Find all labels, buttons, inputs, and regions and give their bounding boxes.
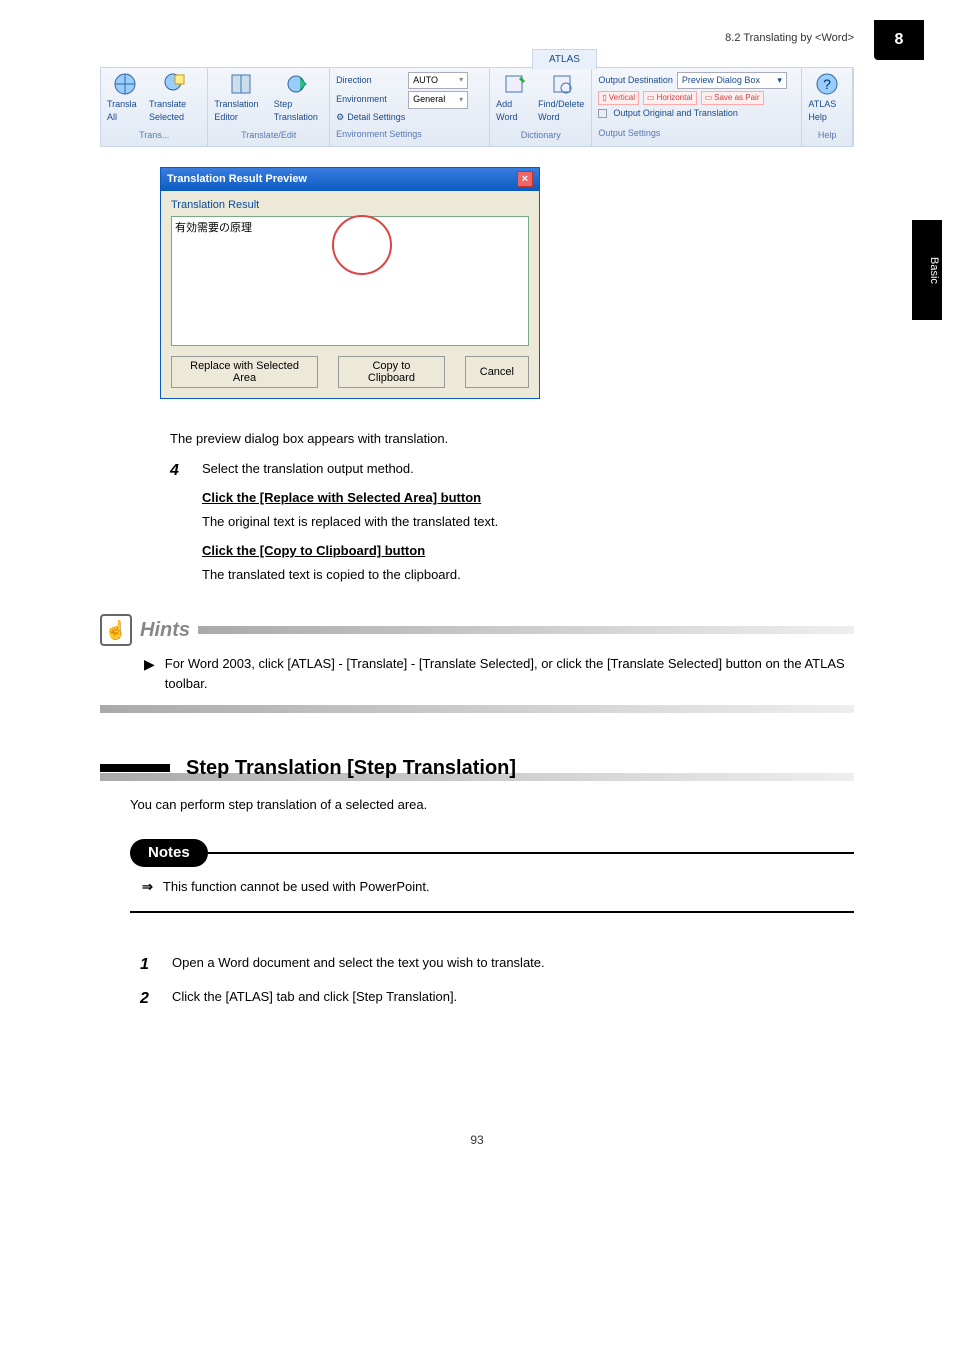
horizontal-label: Horizontal — [657, 92, 693, 104]
globe-select-icon — [163, 72, 187, 96]
vertical-label: Vertical — [609, 92, 635, 104]
ribbon: Transla All Translate Selected Trans... … — [100, 67, 854, 148]
section-intro: You can perform step translation of a se… — [130, 795, 854, 815]
add-word-button[interactable]: Add Word — [496, 72, 532, 125]
horizontal-button[interactable]: ▭Horizontal — [643, 91, 697, 105]
replace-substep-text: The original text is replaced with the t… — [202, 512, 834, 532]
step-2-number: 2 — [140, 987, 160, 1011]
step-translation-label: Step Translation — [274, 98, 323, 125]
output-destination-combobox[interactable]: Preview Dialog Box ▾ — [677, 72, 787, 90]
chevron-down-icon: ▾ — [777, 74, 782, 88]
step-2-text: Click the [ATLAS] tab and click [Step Tr… — [172, 987, 854, 1007]
atlas-help-button[interactable]: ? ATLAS Help — [808, 72, 846, 125]
ribbon-group-help: Help — [818, 129, 837, 143]
step-4-text: Select the translation output method. — [202, 459, 834, 479]
translation-editor-label: Translation Editor — [214, 98, 267, 125]
step-1-number: 1 — [140, 953, 160, 977]
divider — [198, 626, 854, 634]
bullet-icon: ▶ — [144, 654, 155, 693]
step-1-text: Open a Word document and select the text… — [172, 953, 854, 973]
copy-to-clipboard-button[interactable]: Copy to Clipboard — [338, 356, 445, 388]
help-icon: ? — [815, 72, 839, 96]
replace-with-selected-button[interactable]: Replace with Selected Area — [171, 356, 318, 388]
vertical-icon: ▯ — [602, 92, 606, 104]
translation-editor-button[interactable]: Translation Editor — [214, 72, 267, 125]
environment-value: General — [413, 93, 445, 107]
svg-text:?: ? — [823, 76, 831, 92]
globe-icon — [113, 72, 137, 96]
divider — [130, 911, 854, 913]
atlas-help-label: ATLAS Help — [808, 98, 846, 125]
translate-all-label: Transla All — [107, 98, 143, 125]
editor-icon — [229, 72, 253, 96]
close-icon: × — [522, 171, 528, 188]
section-side-label: Basic — [912, 220, 942, 320]
translation-result-text[interactable]: 有効需要の原理 — [171, 216, 529, 346]
detail-settings-button[interactable]: ⚙ Detail Settings — [336, 111, 483, 125]
page-header: 8.2 Translating by <Word> — [100, 30, 854, 47]
output-orig-trans-checkbox[interactable] — [598, 109, 607, 118]
section-title: Step Translation [Step Translation] — [186, 753, 516, 783]
ribbon-group-env: Environment Settings — [336, 128, 483, 142]
find-delete-word-button[interactable]: Find/Delete Word — [538, 72, 585, 125]
arrow-icon — [142, 877, 153, 897]
translate-selected-button[interactable]: Translate Selected — [149, 72, 201, 125]
notes-label: Notes — [130, 839, 208, 868]
step-translation-button[interactable]: Step Translation — [274, 72, 323, 125]
horizontal-icon: ▭ — [647, 92, 655, 104]
copy-substep-text: The translated text is copied to the cli… — [202, 565, 834, 585]
ribbon-group-edit: Translate/Edit — [241, 129, 296, 143]
chevron-down-icon: ▾ — [459, 74, 463, 86]
vertical-button[interactable]: ▯Vertical — [598, 91, 639, 105]
save-pair-icon: ▭ — [705, 92, 713, 104]
find-word-icon — [550, 72, 574, 96]
dialog-title: Translation Result Preview — [167, 171, 307, 188]
ribbon-group-translate: Trans... — [139, 129, 169, 143]
translate-selected-label: Translate Selected — [149, 98, 201, 125]
hints-icon: ☝ — [100, 614, 132, 646]
close-button[interactable]: × — [517, 171, 533, 187]
hints-label: Hints — [140, 615, 190, 645]
direction-label: Direction — [336, 74, 404, 88]
settings-icon: ⚙ — [336, 111, 344, 125]
preview-dialog: Translation Result Preview × Translation… — [160, 167, 540, 399]
direction-combobox[interactable]: AUTO ▾ — [408, 72, 468, 90]
output-destination-value: Preview Dialog Box — [682, 74, 760, 88]
output-destination-label: Output Destination — [598, 74, 673, 88]
translation-result-label: Translation Result — [171, 197, 529, 214]
divider — [208, 852, 854, 854]
save-as-pair-button[interactable]: ▭Save as Pair — [701, 91, 764, 105]
step-icon — [286, 72, 310, 96]
section-bar — [100, 764, 170, 772]
page-footer-number: 93 — [100, 1131, 854, 1149]
find-delete-word-label: Find/Delete Word — [538, 98, 585, 125]
ribbon-tab-atlas[interactable]: ATLAS — [532, 49, 597, 69]
add-word-label: Add Word — [496, 98, 532, 125]
copy-substep-heading: Click the [Copy to Clipboard] button — [202, 541, 834, 561]
output-orig-trans-label: Output Original and Translation — [613, 107, 738, 121]
translate-all-button[interactable]: Transla All — [107, 72, 143, 125]
environment-label: Environment — [336, 93, 404, 107]
chevron-down-icon: ▾ — [459, 94, 463, 106]
divider — [100, 705, 854, 713]
add-word-icon — [502, 72, 526, 96]
detail-settings-label: Detail Settings — [347, 111, 405, 125]
save-as-pair-label: Save as Pair — [714, 92, 759, 104]
hints-text: For Word 2003, click [ATLAS] - [Translat… — [165, 654, 854, 693]
ribbon-group-output: Output Settings — [598, 127, 795, 141]
replace-substep-heading: Click the [Replace with Selected Area] b… — [202, 488, 834, 508]
environment-combobox[interactable]: General ▾ — [408, 91, 468, 109]
step-4-number: 4 — [170, 459, 190, 585]
preview-explain-text: The preview dialog box appears with tran… — [170, 429, 834, 449]
cancel-button[interactable]: Cancel — [465, 356, 529, 388]
notes-text: This function cannot be used with PowerP… — [163, 877, 430, 897]
chapter-badge: 8 — [874, 20, 924, 60]
header-section: 8.2 Translating by <Word> — [725, 32, 854, 44]
direction-value: AUTO — [413, 74, 438, 88]
ribbon-group-dictionary: Dictionary — [521, 129, 561, 143]
